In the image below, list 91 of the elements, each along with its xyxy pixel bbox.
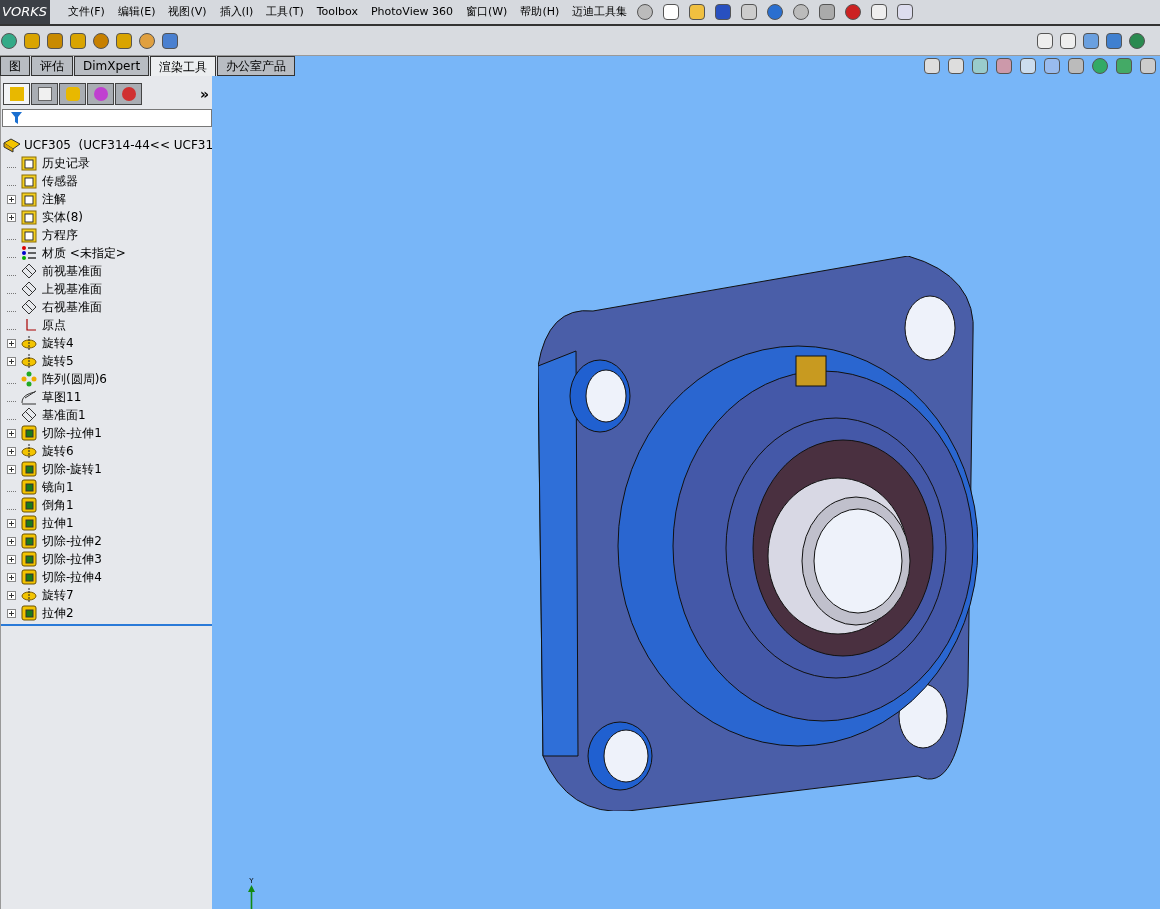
tree-item-label[interactable]: 基准面1: [42, 406, 86, 424]
menu-item[interactable]: 帮助(H): [520, 3, 560, 21]
filter-field[interactable]: [2, 109, 213, 127]
expand-toggle[interactable]: [6, 212, 16, 222]
tree-item-label[interactable]: 历史记录: [42, 154, 90, 172]
command-tab[interactable]: 评估: [31, 56, 73, 76]
revolve-icon: [21, 335, 37, 351]
command-tab[interactable]: 图: [0, 56, 30, 76]
plane-icon: [21, 299, 37, 315]
tree-item-label[interactable]: 旋转4: [42, 334, 74, 352]
menu-item[interactable]: 工具(T): [266, 3, 304, 21]
expand-toggle[interactable]: [6, 338, 16, 348]
revolve-icon: [21, 587, 37, 603]
expand-toggle[interactable]: [6, 590, 16, 600]
folder-icon: [21, 209, 37, 225]
feature-icon: [21, 569, 37, 585]
feature-icon: [21, 515, 37, 531]
menu-item[interactable]: 编辑(E): [117, 3, 156, 21]
tree-item-label[interactable]: 上视基准面: [42, 280, 102, 298]
menu-item[interactable]: PhotoView 360: [370, 3, 453, 21]
revolve-icon: [21, 353, 37, 369]
feature-icon: [21, 497, 37, 513]
pattern-icon: [21, 371, 37, 387]
expand-toggle[interactable]: [6, 446, 16, 456]
feature-icon: [21, 551, 37, 567]
tree-item-label[interactable]: 实体(8): [42, 208, 83, 226]
tree-item-label[interactable]: 材质 <未指定>: [42, 244, 126, 262]
plane-icon: [21, 263, 37, 279]
feature-icon: [21, 479, 37, 495]
expand-toggle[interactable]: [6, 608, 16, 618]
menu-item[interactable]: 文件(F): [68, 3, 105, 21]
feature-icon: [21, 605, 37, 621]
menu-item[interactable]: 视图(V): [168, 3, 207, 21]
expand-toggle[interactable]: [6, 356, 16, 366]
menu-item[interactable]: 窗口(W): [465, 3, 508, 21]
feature-icon: [21, 533, 37, 549]
tree-root-label[interactable]: UCF305 (UCF314-44<< UCF31: [24, 136, 214, 154]
command-tab[interactable]: 办公室产品: [217, 56, 296, 76]
folder-icon: [21, 173, 37, 189]
tree-item-label[interactable]: 切除-拉伸4: [42, 568, 102, 586]
revolve-icon: [21, 443, 37, 459]
tree-item-label[interactable]: 旋转6: [42, 442, 74, 460]
folder-icon: [21, 227, 37, 243]
command-tab[interactable]: 渲染工具: [150, 56, 217, 76]
tree-item-label[interactable]: 切除-旋转1: [42, 460, 102, 478]
expand-toggle[interactable]: [6, 536, 16, 546]
panel-tab[interactable]: [3, 83, 30, 105]
tree-item-label[interactable]: 前视基准面: [42, 262, 102, 280]
part-icon: [3, 137, 21, 153]
feature-icon: [21, 461, 37, 477]
tree-item-label[interactable]: 阵列(圆周)6: [42, 370, 107, 388]
menu-item[interactable]: 插入(I): [219, 3, 254, 21]
expand-toggle[interactable]: [6, 194, 16, 204]
expand-toggle[interactable]: [6, 572, 16, 582]
app-logo: VORKS: [0, 0, 50, 24]
expand-toggle[interactable]: [6, 554, 16, 564]
plane-icon: [21, 281, 37, 297]
y-axis-arrow-icon: [248, 885, 255, 909]
tree-item-label[interactable]: 切除-拉伸3: [42, 550, 102, 568]
tree-item-label[interactable]: 拉伸1: [42, 514, 74, 532]
feature-icon: [21, 425, 37, 441]
tree-item-label[interactable]: 原点: [42, 316, 66, 334]
folder-icon: [21, 155, 37, 171]
expand-panel-button[interactable]: »: [200, 83, 212, 105]
filter-icon: [11, 112, 22, 124]
expand-toggle[interactable]: [6, 464, 16, 474]
tree-item-label[interactable]: 切除-拉伸1: [42, 424, 102, 442]
tree-item-label[interactable]: 旋转5: [42, 352, 74, 370]
tree-item-label[interactable]: 草图11: [42, 388, 82, 406]
material-icon: [21, 245, 37, 261]
tree-item-label[interactable]: 旋转7: [42, 586, 74, 604]
tree-item-label[interactable]: 注解: [42, 190, 66, 208]
panel-tab[interactable]: [59, 83, 86, 105]
panel-tab[interactable]: [31, 83, 58, 105]
folder-icon: [21, 191, 37, 207]
panel-tab[interactable]: [87, 83, 114, 105]
tree-item-label[interactable]: 拉伸2: [42, 604, 74, 622]
tree-item-label[interactable]: 方程序: [42, 226, 78, 244]
tree-item-label[interactable]: 镜向1: [42, 478, 74, 496]
command-tab[interactable]: DimXpert: [74, 56, 150, 76]
tree-item-label[interactable]: 切除-拉伸2: [42, 532, 102, 550]
expand-toggle[interactable]: [6, 518, 16, 528]
plane-icon: [21, 407, 37, 423]
sketch-icon: [21, 389, 37, 405]
menu-item[interactable]: Toolbox: [316, 3, 358, 21]
menu-item[interactable]: 迈迪工具集: [572, 3, 628, 21]
panel-tab[interactable]: [115, 83, 142, 105]
tree-item-label[interactable]: 倒角1: [42, 496, 74, 514]
expand-toggle[interactable]: [6, 428, 16, 438]
tree-item-label[interactable]: 传感器: [42, 172, 78, 190]
tree-item-label[interactable]: 右视基准面: [42, 298, 102, 316]
